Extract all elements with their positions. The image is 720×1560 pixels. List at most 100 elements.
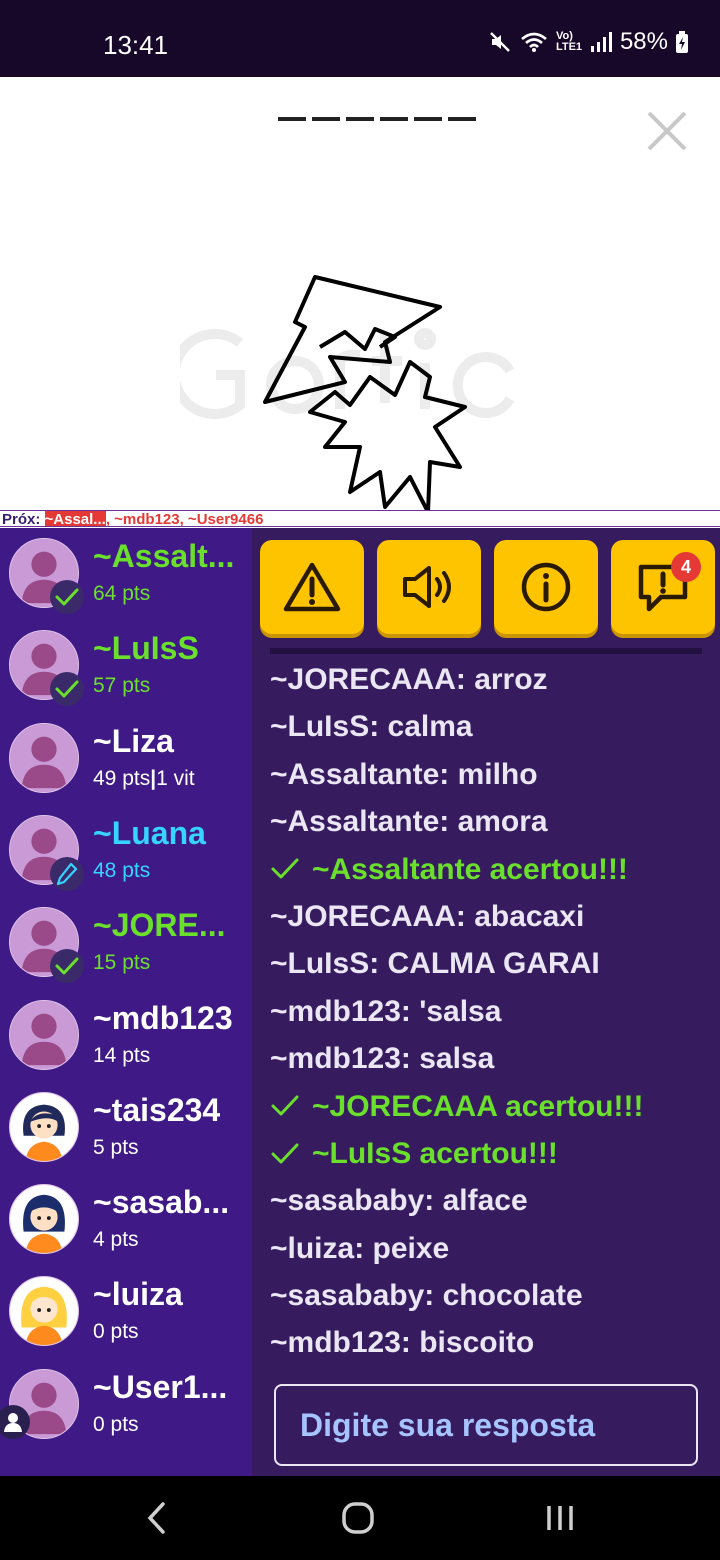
info-icon bbox=[521, 562, 571, 612]
signal-icon bbox=[590, 31, 612, 53]
recents-icon bbox=[547, 1506, 573, 1530]
player-avatar bbox=[9, 1091, 79, 1162]
chat-message-text: ~mdb123: 'salsa bbox=[270, 994, 502, 1028]
chat-message: ~luiza: peixe bbox=[270, 1225, 710, 1272]
status-time: 13:41 bbox=[103, 30, 169, 60]
home-icon bbox=[342, 1502, 374, 1534]
player-points-value: 48 pts bbox=[93, 858, 151, 882]
player-row[interactable]: ~tais234 5 pts bbox=[0, 1082, 252, 1174]
word-blanks bbox=[278, 117, 476, 121]
player-name: ~Liza bbox=[93, 722, 174, 759]
player-row[interactable]: ~Liza 49 pts|1 vit bbox=[0, 713, 252, 805]
player-points-value: 0 pts bbox=[93, 1320, 139, 1344]
chat-correct-guess: ~LuIsS acertou!!! bbox=[270, 1130, 710, 1177]
close-button[interactable] bbox=[646, 110, 688, 152]
wifi-icon bbox=[520, 30, 548, 54]
chat-message: ~Assaltante: milho bbox=[270, 751, 710, 798]
player-avatar bbox=[9, 722, 79, 793]
player-points: 15 pts bbox=[93, 951, 150, 975]
chat-button[interactable]: 4 bbox=[611, 540, 715, 634]
chat-message: ~JORECAAA: abacaxi bbox=[270, 893, 710, 940]
info-button[interactable] bbox=[494, 540, 598, 634]
chat-message-text: ~mdb123: salsa bbox=[270, 1042, 495, 1076]
navigation-bar bbox=[0, 1476, 720, 1560]
drawing-pencil-icon bbox=[50, 856, 84, 891]
player-name: ~sasab... bbox=[93, 1184, 230, 1221]
player-row[interactable]: ~Luana 48 pts bbox=[0, 805, 252, 897]
player-points-value: 15 pts bbox=[93, 951, 151, 975]
check-icon bbox=[270, 1141, 312, 1167]
player-row[interactable]: ~User1... 0 pts bbox=[0, 1359, 252, 1451]
chat-message: ~LuIsS: CALMA GARAI bbox=[270, 940, 710, 987]
battery-icon bbox=[676, 31, 688, 53]
report-button[interactable] bbox=[260, 540, 364, 634]
close-icon bbox=[647, 111, 687, 151]
player-points-value: 5 pts bbox=[93, 1135, 139, 1159]
guessed-check-icon bbox=[50, 580, 84, 614]
back-icon bbox=[147, 1502, 165, 1534]
next-players-rest: , ~mdb123, ~User9466 bbox=[105, 511, 264, 527]
player-name: ~tais234 bbox=[93, 1091, 221, 1128]
chat-message-text: ~LuIsS: calma bbox=[270, 710, 473, 744]
player-name: ~mdb123 bbox=[93, 999, 233, 1036]
player-row[interactable]: ~sasab... 4 pts bbox=[0, 1174, 252, 1266]
back-button[interactable] bbox=[136, 1498, 176, 1538]
player-avatar bbox=[9, 1276, 79, 1347]
player-name: ~Assalt... bbox=[93, 538, 235, 574]
player-row[interactable]: ~luiza 0 pts bbox=[0, 1266, 252, 1358]
player-points: 0 pts bbox=[93, 1320, 139, 1344]
player-name: ~JORE... bbox=[93, 907, 226, 944]
next-label: Próx: bbox=[2, 511, 41, 527]
player-points-value: 57 pts bbox=[93, 674, 151, 698]
chat-notification-badge: 4 bbox=[671, 552, 701, 582]
chat-message: ~sasababy: alface bbox=[270, 1177, 710, 1224]
player-name: ~User1... bbox=[93, 1368, 228, 1405]
chat-message-text: ~Assaltante acertou!!! bbox=[312, 852, 628, 886]
check-icon bbox=[270, 1093, 312, 1119]
home-button[interactable] bbox=[338, 1498, 378, 1538]
player-wins: 1 vit bbox=[156, 766, 195, 790]
player-points: 48 pts bbox=[93, 859, 150, 883]
next-players-strip: Próx: ~Assal..., ~mdb123, ~User9466 bbox=[0, 510, 720, 527]
players-panel: ~Assalt... 64 pts ~LuIsS 57 pts ~Liza 49 pts|… bbox=[0, 528, 252, 1476]
chat-message-text: ~luiza: peixe bbox=[270, 1231, 450, 1265]
chat-divider bbox=[270, 648, 702, 654]
chat-message-text: ~JORECAAA: abacaxi bbox=[270, 899, 585, 933]
player-points-value: 4 pts bbox=[93, 1228, 139, 1252]
recents-button[interactable] bbox=[540, 1498, 580, 1538]
player-row[interactable]: ~mdb123 14 pts bbox=[0, 990, 252, 1082]
chat-message-text: ~Assaltante: milho bbox=[270, 757, 538, 791]
warning-icon bbox=[283, 562, 341, 612]
player-points: 57 pts bbox=[93, 674, 150, 698]
player-row[interactable]: ~Assalt... 64 pts bbox=[0, 528, 252, 620]
player-avatar bbox=[9, 1184, 79, 1255]
drawing-canvas bbox=[0, 77, 720, 514]
player-avatar bbox=[9, 999, 79, 1070]
player-points: 5 pts bbox=[93, 1136, 139, 1160]
chat-message-text: ~JORECAAA: arroz bbox=[270, 663, 548, 696]
sound-button[interactable] bbox=[377, 540, 481, 634]
chat-correct-guess: ~JORECAAA acertou!!! bbox=[270, 1083, 710, 1130]
player-points-value: 0 pts bbox=[93, 1412, 139, 1436]
chat-message-text: ~Assaltante: amora bbox=[270, 805, 548, 839]
chat-message-text: ~sasababy: alface bbox=[270, 1184, 528, 1218]
player-row[interactable]: ~JORE... 15 pts bbox=[0, 897, 252, 989]
player-name: ~LuIsS bbox=[93, 630, 199, 667]
player-points-value: 14 pts bbox=[93, 1043, 151, 1067]
chat-message: ~sasababy: chocolate bbox=[270, 1272, 710, 1319]
guessed-check-icon bbox=[50, 949, 84, 984]
player-points: 0 pts bbox=[93, 1413, 139, 1437]
guessed-check-icon bbox=[50, 672, 84, 707]
answer-input[interactable]: Digite sua resposta bbox=[274, 1384, 698, 1466]
chat-correct-guess: ~Assaltante acertou!!! bbox=[270, 846, 710, 893]
player-row[interactable]: ~LuIsS 57 pts bbox=[0, 620, 252, 712]
player-points: 49 pts|1 vit bbox=[93, 767, 195, 791]
next-player-first: ~Assal... bbox=[44, 511, 106, 527]
player-name: ~luiza bbox=[93, 1276, 183, 1313]
chat-message-text: ~sasababy: chocolate bbox=[270, 1279, 583, 1313]
mute-icon bbox=[488, 30, 512, 54]
player-points: 14 pts bbox=[93, 1044, 150, 1068]
chat-message: ~LuIsS: calma bbox=[270, 703, 710, 750]
player-name: ~Luana bbox=[93, 814, 206, 851]
chat-message: ~mdb123: salsa bbox=[270, 1035, 710, 1082]
